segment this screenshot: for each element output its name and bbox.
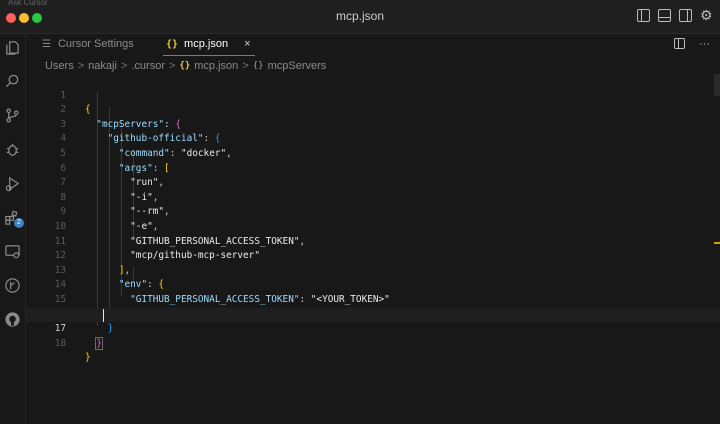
breadcrumb-separator: >: [77, 60, 85, 72]
gear-icon[interactable]: ⚙: [700, 8, 714, 23]
code-line: 5 "args": [: [26, 132, 720, 174]
settings-icon: ☰: [42, 38, 51, 50]
code-line-current: 17 }: [26, 307, 720, 350]
code-line: 13 "env": {: [26, 249, 720, 291]
remote-explorer-icon[interactable]: [3, 242, 21, 260]
code-line: 2 "mcpServers": {: [26, 89, 720, 130]
json-file-icon: {}: [166, 38, 179, 50]
source-control-icon[interactable]: [3, 106, 21, 124]
activity-bar: 2: [0, 34, 26, 424]
code-line: 18 }: [26, 322, 720, 364]
breadcrumb-item[interactable]: mcp.json: [194, 60, 238, 72]
code-line: 4 "command": "docker",: [26, 118, 720, 159]
code-line: 10 "GITHUB_PERSONAL_ACCESS_TOKEN",: [26, 205, 720, 247]
line-number: 18: [54, 337, 66, 349]
tab-bar: ☰ Cursor Settings {} mcp.json ×: [26, 34, 720, 56]
overview-ruler-marker: [714, 242, 720, 244]
search-icon[interactable]: [3, 72, 21, 90]
json-file-icon: {}: [179, 61, 191, 71]
toggle-secondary-sidebar-icon[interactable]: [679, 9, 692, 22]
breadcrumb-item[interactable]: .cursor: [131, 60, 165, 72]
code-line: 9 "-e",: [26, 191, 720, 232]
breadcrumb-item[interactable]: nakaji: [88, 60, 117, 72]
explorer-icon[interactable]: [3, 38, 21, 56]
layout-controls: ⚙: [637, 8, 714, 23]
split-editor-icon[interactable]: [674, 38, 685, 49]
tab-cursor-settings[interactable]: ☰ Cursor Settings: [42, 34, 134, 54]
code-line: 1 {: [26, 74, 720, 116]
code-line: 12 ],: [26, 235, 720, 276]
title-bar: Ask Cursor mcp.json ⚙: [0, 0, 720, 34]
code-editor[interactable]: 1 { 2 "mcpServers": { 3 "github-official…: [26, 74, 720, 424]
object-icon: {}: [252, 61, 264, 71]
code-line: 16 }: [26, 293, 720, 335]
text-cursor: [103, 308, 104, 322]
breadcrumb-item[interactable]: mcpServers: [268, 60, 327, 72]
breadcrumb-separator: >: [168, 60, 176, 72]
code-line: 14 "GITHUB_PERSONAL_ACCESS_TOKEN": "<YOU…: [26, 264, 720, 305]
window-title: mcp.json: [335, 9, 385, 23]
tab-active-label: mcp.json: [184, 38, 229, 50]
code-line: 15 }: [26, 278, 720, 320]
scrollbar[interactable]: [714, 74, 720, 96]
debug-icon[interactable]: [3, 140, 21, 158]
breadcrumb: Users > nakaji > .cursor > {} mcp.json >…: [45, 60, 326, 72]
toggle-panel-icon[interactable]: [658, 9, 671, 22]
git-graph-icon[interactable]: [3, 276, 21, 294]
code-line: 7 "-i",: [26, 162, 720, 203]
extensions-badge: 2: [14, 218, 24, 228]
close-icon[interactable]: ×: [244, 38, 250, 50]
tab-mcp-json[interactable]: {} mcp.json ×: [163, 34, 255, 56]
breadcrumb-separator: >: [242, 60, 249, 72]
ghost-window-text: Ask Cursor: [8, 0, 48, 6]
breadcrumb-separator: >: [120, 60, 128, 72]
breadcrumb-item[interactable]: Users: [45, 60, 74, 72]
editor-actions: ···: [674, 38, 710, 50]
code-line: 8 "--rm",: [26, 176, 720, 218]
run-icon[interactable]: [3, 174, 21, 192]
more-actions-icon[interactable]: ···: [699, 38, 710, 50]
toggle-primary-sidebar-icon[interactable]: [637, 9, 650, 22]
code-line: 6 "run",: [26, 147, 720, 189]
extensions-icon[interactable]: 2: [3, 208, 24, 228]
tab-settings-label: Cursor Settings: [57, 38, 134, 50]
active-tab-indicator: [163, 55, 255, 56]
code-line: 11 "mcp/github-mcp-server": [26, 220, 720, 262]
github-icon[interactable]: [3, 310, 21, 328]
code-line: 3 "github-official": {: [26, 103, 720, 145]
